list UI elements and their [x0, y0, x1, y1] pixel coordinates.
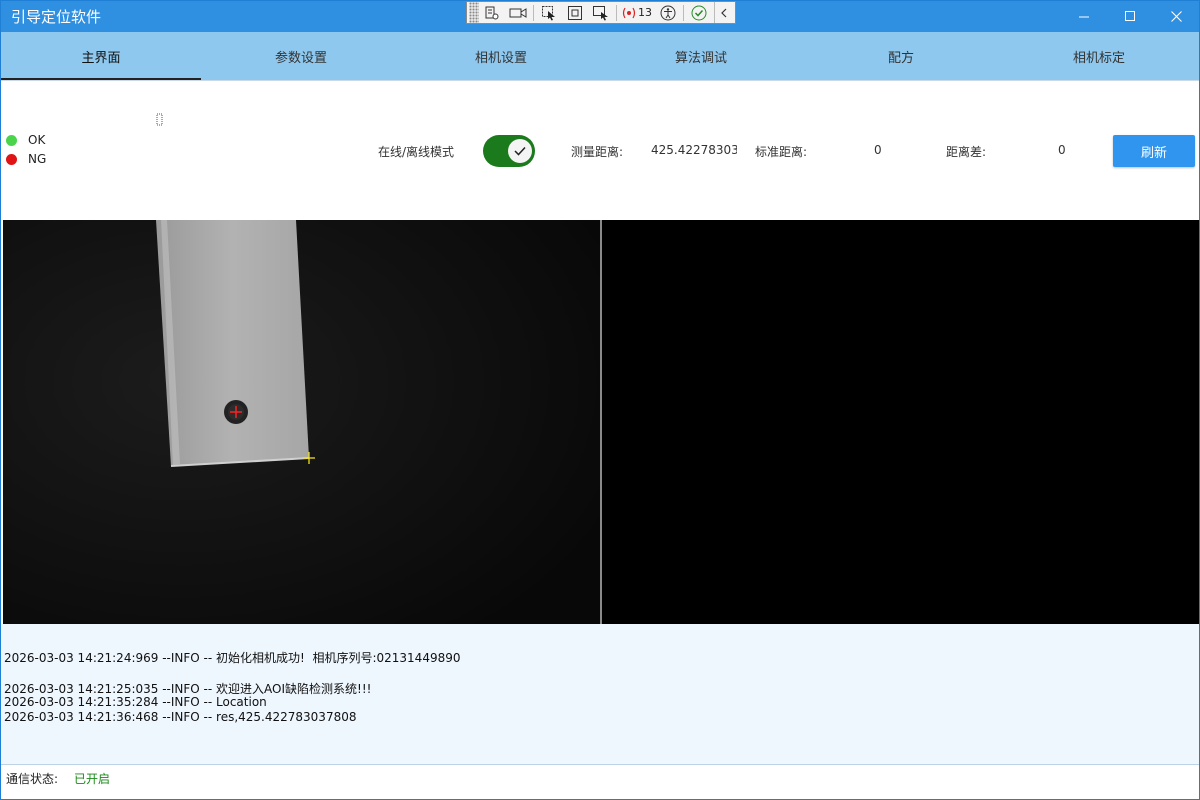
- collapse-toolbar-button[interactable]: [714, 2, 732, 23]
- chevron-left-icon: [720, 8, 726, 17]
- check-circle-icon: [691, 5, 707, 20]
- status-bar: 通信状态: 已开启: [1, 764, 1199, 799]
- camera-frame: [3, 220, 600, 624]
- control-panel: OK NG 在线/离线模式 测量距离: 425.422783037 标准距离: …: [1, 80, 1199, 220]
- result-image-view[interactable]: [602, 220, 1199, 624]
- toggle-knob: [508, 139, 532, 163]
- accessibility-checker-button[interactable]: [655, 2, 681, 23]
- binding-failures-counter[interactable]: 13: [619, 6, 655, 19]
- log-line: 2026-03-03 14:21:35:284 --INFO -- Locati…: [4, 695, 267, 709]
- toolbar-separator: [616, 4, 617, 21]
- ok-status-dot: [6, 134, 17, 146]
- camera-record-button[interactable]: [505, 2, 531, 23]
- tab-camera-calibration[interactable]: 相机标定: [999, 32, 1199, 80]
- standard-distance-label: 标准距离:: [755, 145, 808, 159]
- workpiece: [156, 220, 309, 466]
- standard-distance-value: 0: [874, 143, 882, 157]
- video-camera-icon: [509, 7, 527, 18]
- ok-label: OK: [28, 133, 46, 147]
- accessibility-icon: [660, 5, 676, 20]
- legend-ng: NG: [6, 152, 46, 166]
- mode-label: 在线/离线模式: [378, 145, 455, 159]
- tab-label: 主界面: [81, 50, 121, 66]
- app-window: 引导定位软件 13 主界面 参数设置 相机设置 算法调试 配方 相机标定 OK …: [0, 0, 1200, 800]
- display-layout-adorners-button[interactable]: [562, 2, 588, 23]
- tab-algorithm-debug[interactable]: 算法调试: [601, 32, 801, 80]
- live-visual-tree-button[interactable]: [479, 2, 505, 23]
- tab-label: 相机设置: [474, 50, 527, 66]
- binding-failures-count: 13: [638, 6, 652, 19]
- log-panel: 2026-03-03 14:21:24:969 --INFO -- 初始化相机成…: [1, 624, 1199, 764]
- maximize-icon: [1124, 11, 1135, 21]
- ng-label: NG: [28, 152, 47, 166]
- binding-error-icon: [622, 7, 636, 18]
- minimize-button[interactable]: [1061, 1, 1107, 32]
- ng-status-dot: [6, 153, 17, 165]
- log-line: 2026-03-03 14:21:36:468 --INFO -- res,42…: [4, 710, 357, 724]
- layout-adorner-icon: [568, 5, 582, 20]
- minimize-icon: [1078, 16, 1089, 18]
- legend-ok: OK: [6, 133, 45, 147]
- resize-handle-icon: [156, 113, 163, 126]
- window-title: 引导定位软件: [11, 8, 102, 26]
- track-focus-icon: [593, 5, 608, 20]
- comm-status-label: 通信状态:: [6, 772, 59, 786]
- close-button[interactable]: [1153, 1, 1199, 32]
- close-icon: [1170, 11, 1182, 22]
- visual-tree-icon: [485, 6, 499, 19]
- tab-recipe[interactable]: 配方: [801, 32, 1001, 80]
- tab-camera-settings[interactable]: 相机设置: [401, 32, 601, 80]
- distance-difference-label: 距离差:: [946, 145, 987, 159]
- checkmark-icon: [514, 146, 526, 156]
- distance-difference-value: 0: [1058, 143, 1066, 157]
- tab-main[interactable]: 主界面: [1, 32, 201, 80]
- tab-parameters[interactable]: 参数设置: [201, 32, 401, 80]
- select-element-button[interactable]: [536, 2, 562, 23]
- hot-reload-status[interactable]: [686, 2, 712, 23]
- camera-image-view[interactable]: [3, 220, 600, 624]
- tab-label: 配方: [887, 50, 914, 66]
- measured-distance-value: 425.422783037: [651, 143, 737, 157]
- toolbar-grip[interactable]: [469, 2, 479, 23]
- toolbar-separator: [533, 4, 534, 21]
- online-offline-toggle[interactable]: [483, 135, 535, 167]
- track-focus-button[interactable]: [588, 2, 614, 23]
- tab-label: 算法调试: [674, 50, 727, 66]
- refresh-button[interactable]: 刷新: [1113, 135, 1195, 167]
- debug-toolbar: 13: [466, 1, 736, 24]
- tab-label: 参数设置: [274, 50, 327, 66]
- main-tab-bar: 主界面 参数设置 相机设置 算法调试 配方 相机标定: [1, 32, 1199, 80]
- maximize-button[interactable]: [1107, 1, 1153, 32]
- toolbar-separator: [683, 4, 684, 21]
- log-line: 2026-03-03 14:21:24:969 --INFO -- 初始化相机成…: [4, 651, 461, 665]
- comm-status-value: 已开启: [74, 772, 111, 786]
- measured-distance-label: 测量距离:: [571, 145, 624, 159]
- select-pointer-icon: [542, 5, 555, 20]
- tab-label: 相机标定: [1072, 50, 1125, 66]
